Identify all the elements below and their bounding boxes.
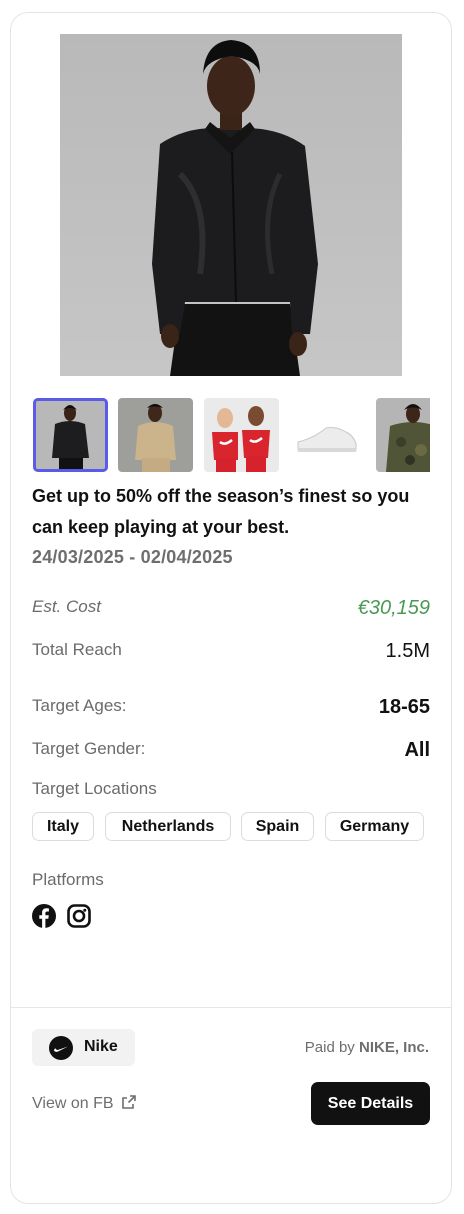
target-gender-value: All xyxy=(404,739,430,761)
brand-name: Nike xyxy=(84,1038,118,1055)
thumbnail-beige-jacket-outfit[interactable] xyxy=(118,398,193,472)
total-reach-row: Total Reach 1.5M xyxy=(32,640,430,670)
location-chip: Italy xyxy=(32,812,94,841)
target-ages-row: Target Ages: 18-65 xyxy=(32,696,430,726)
ad-headline: Get up to 50% off the season’s finest so… xyxy=(32,486,410,537)
view-on-fb-link[interactable]: View on FB xyxy=(32,1095,114,1113)
location-chip: Netherlands xyxy=(105,812,231,841)
paid-by: Paid by NIKE, Inc. xyxy=(305,1039,429,1056)
facebook-icon xyxy=(32,904,56,928)
location-chip: Spain xyxy=(241,812,314,841)
est-cost-label: Est. Cost xyxy=(32,597,101,616)
brand-badge[interactable]: Nike xyxy=(32,1029,135,1066)
target-gender-row: Target Gender: All xyxy=(32,739,430,769)
target-locations-label: Target Locations xyxy=(32,779,157,798)
date-range: 24/03/2025 - 02/04/2025 xyxy=(32,547,233,567)
thumbnail-white-sneaker[interactable] xyxy=(290,398,365,472)
target-gender-label: Target Gender: xyxy=(32,739,146,758)
paid-by-prefix: Paid by xyxy=(304,1039,355,1056)
thumbnail-kids-red-tees[interactable] xyxy=(204,398,279,472)
thumbnail-camo-jacket[interactable] xyxy=(376,398,430,472)
total-reach-label: Total Reach xyxy=(32,640,122,659)
nike-logo-icon xyxy=(49,1036,73,1060)
hero-image xyxy=(60,34,402,376)
target-ages-label: Target Ages: xyxy=(32,696,127,715)
est-cost-value: €30,159 xyxy=(357,597,430,619)
external-link-icon[interactable] xyxy=(121,1094,137,1110)
est-cost-row: Est. Cost €30,159 xyxy=(32,597,430,627)
platforms-label: Platforms xyxy=(32,870,104,889)
target-ages-value: 18-65 xyxy=(378,696,430,718)
thumbnail-black-bomber-jacket[interactable] xyxy=(33,398,108,472)
instagram-icon xyxy=(67,904,91,928)
paid-by-company: NIKE, Inc. xyxy=(358,1039,429,1056)
total-reach-value: 1.5M xyxy=(385,640,430,662)
footer-divider xyxy=(11,1007,451,1008)
location-chip: Germany xyxy=(325,812,424,841)
ad-card: Get up to 50% off the season’s finest so… xyxy=(10,12,452,1204)
thumbnail-strip xyxy=(32,397,430,473)
see-details-button[interactable]: See Details xyxy=(311,1082,430,1125)
